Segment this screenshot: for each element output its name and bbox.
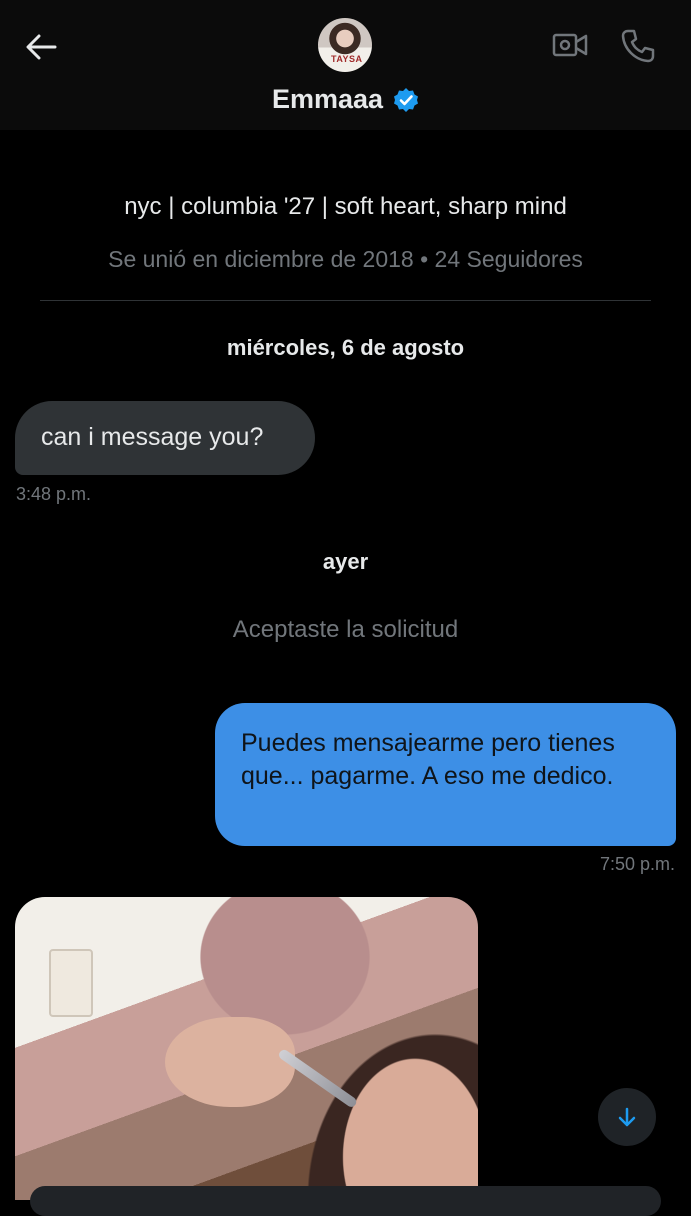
- message-timestamp: 3:48 p.m.: [16, 484, 92, 504]
- photo-hand: [165, 1017, 295, 1107]
- date-separator: miércoles, 6 de agosto: [226, 335, 465, 360]
- profile-bio: nyc | columbia '27 | soft heart, sharp m…: [124, 193, 567, 220]
- scroll-to-bottom-button[interactable]: [598, 1088, 656, 1146]
- photo-outlet: [49, 949, 93, 1017]
- incoming-message-bubble[interactable]: can i message you?: [15, 401, 315, 475]
- phone-call-button[interactable]: [620, 28, 656, 64]
- avatar[interactable]: TAYSA: [318, 18, 372, 72]
- arrow-down-icon: [618, 1107, 636, 1127]
- verified-badge-icon: [394, 87, 419, 112]
- system-message: Aceptaste la solicitud: [232, 616, 459, 643]
- conversation-header: TAYSA Emmaaa: [0, 0, 691, 130]
- outgoing-message-bubble[interactable]: Puedes mensajearme pero tienes que... pa…: [215, 703, 676, 846]
- back-button[interactable]: [22, 28, 60, 66]
- profile-name: Emmaaa: [271, 84, 384, 114]
- image-message[interactable]: [15, 897, 478, 1200]
- profile-name-row: Emmaaa: [0, 84, 691, 115]
- date-separator: ayer: [322, 549, 369, 574]
- phone-icon: [621, 29, 655, 63]
- video-call-icon: [552, 33, 588, 57]
- message-composer[interactable]: [30, 1186, 661, 1216]
- divider: [40, 300, 651, 301]
- arrow-left-icon: [26, 34, 57, 60]
- message-timestamp: 7:50 p.m.: [599, 854, 675, 874]
- profile-meta: Se unió en diciembre de 2018 • 24 Seguid…: [108, 246, 583, 272]
- video-call-button[interactable]: [552, 30, 588, 60]
- avatar-shirt-text: TAYSA: [331, 54, 363, 64]
